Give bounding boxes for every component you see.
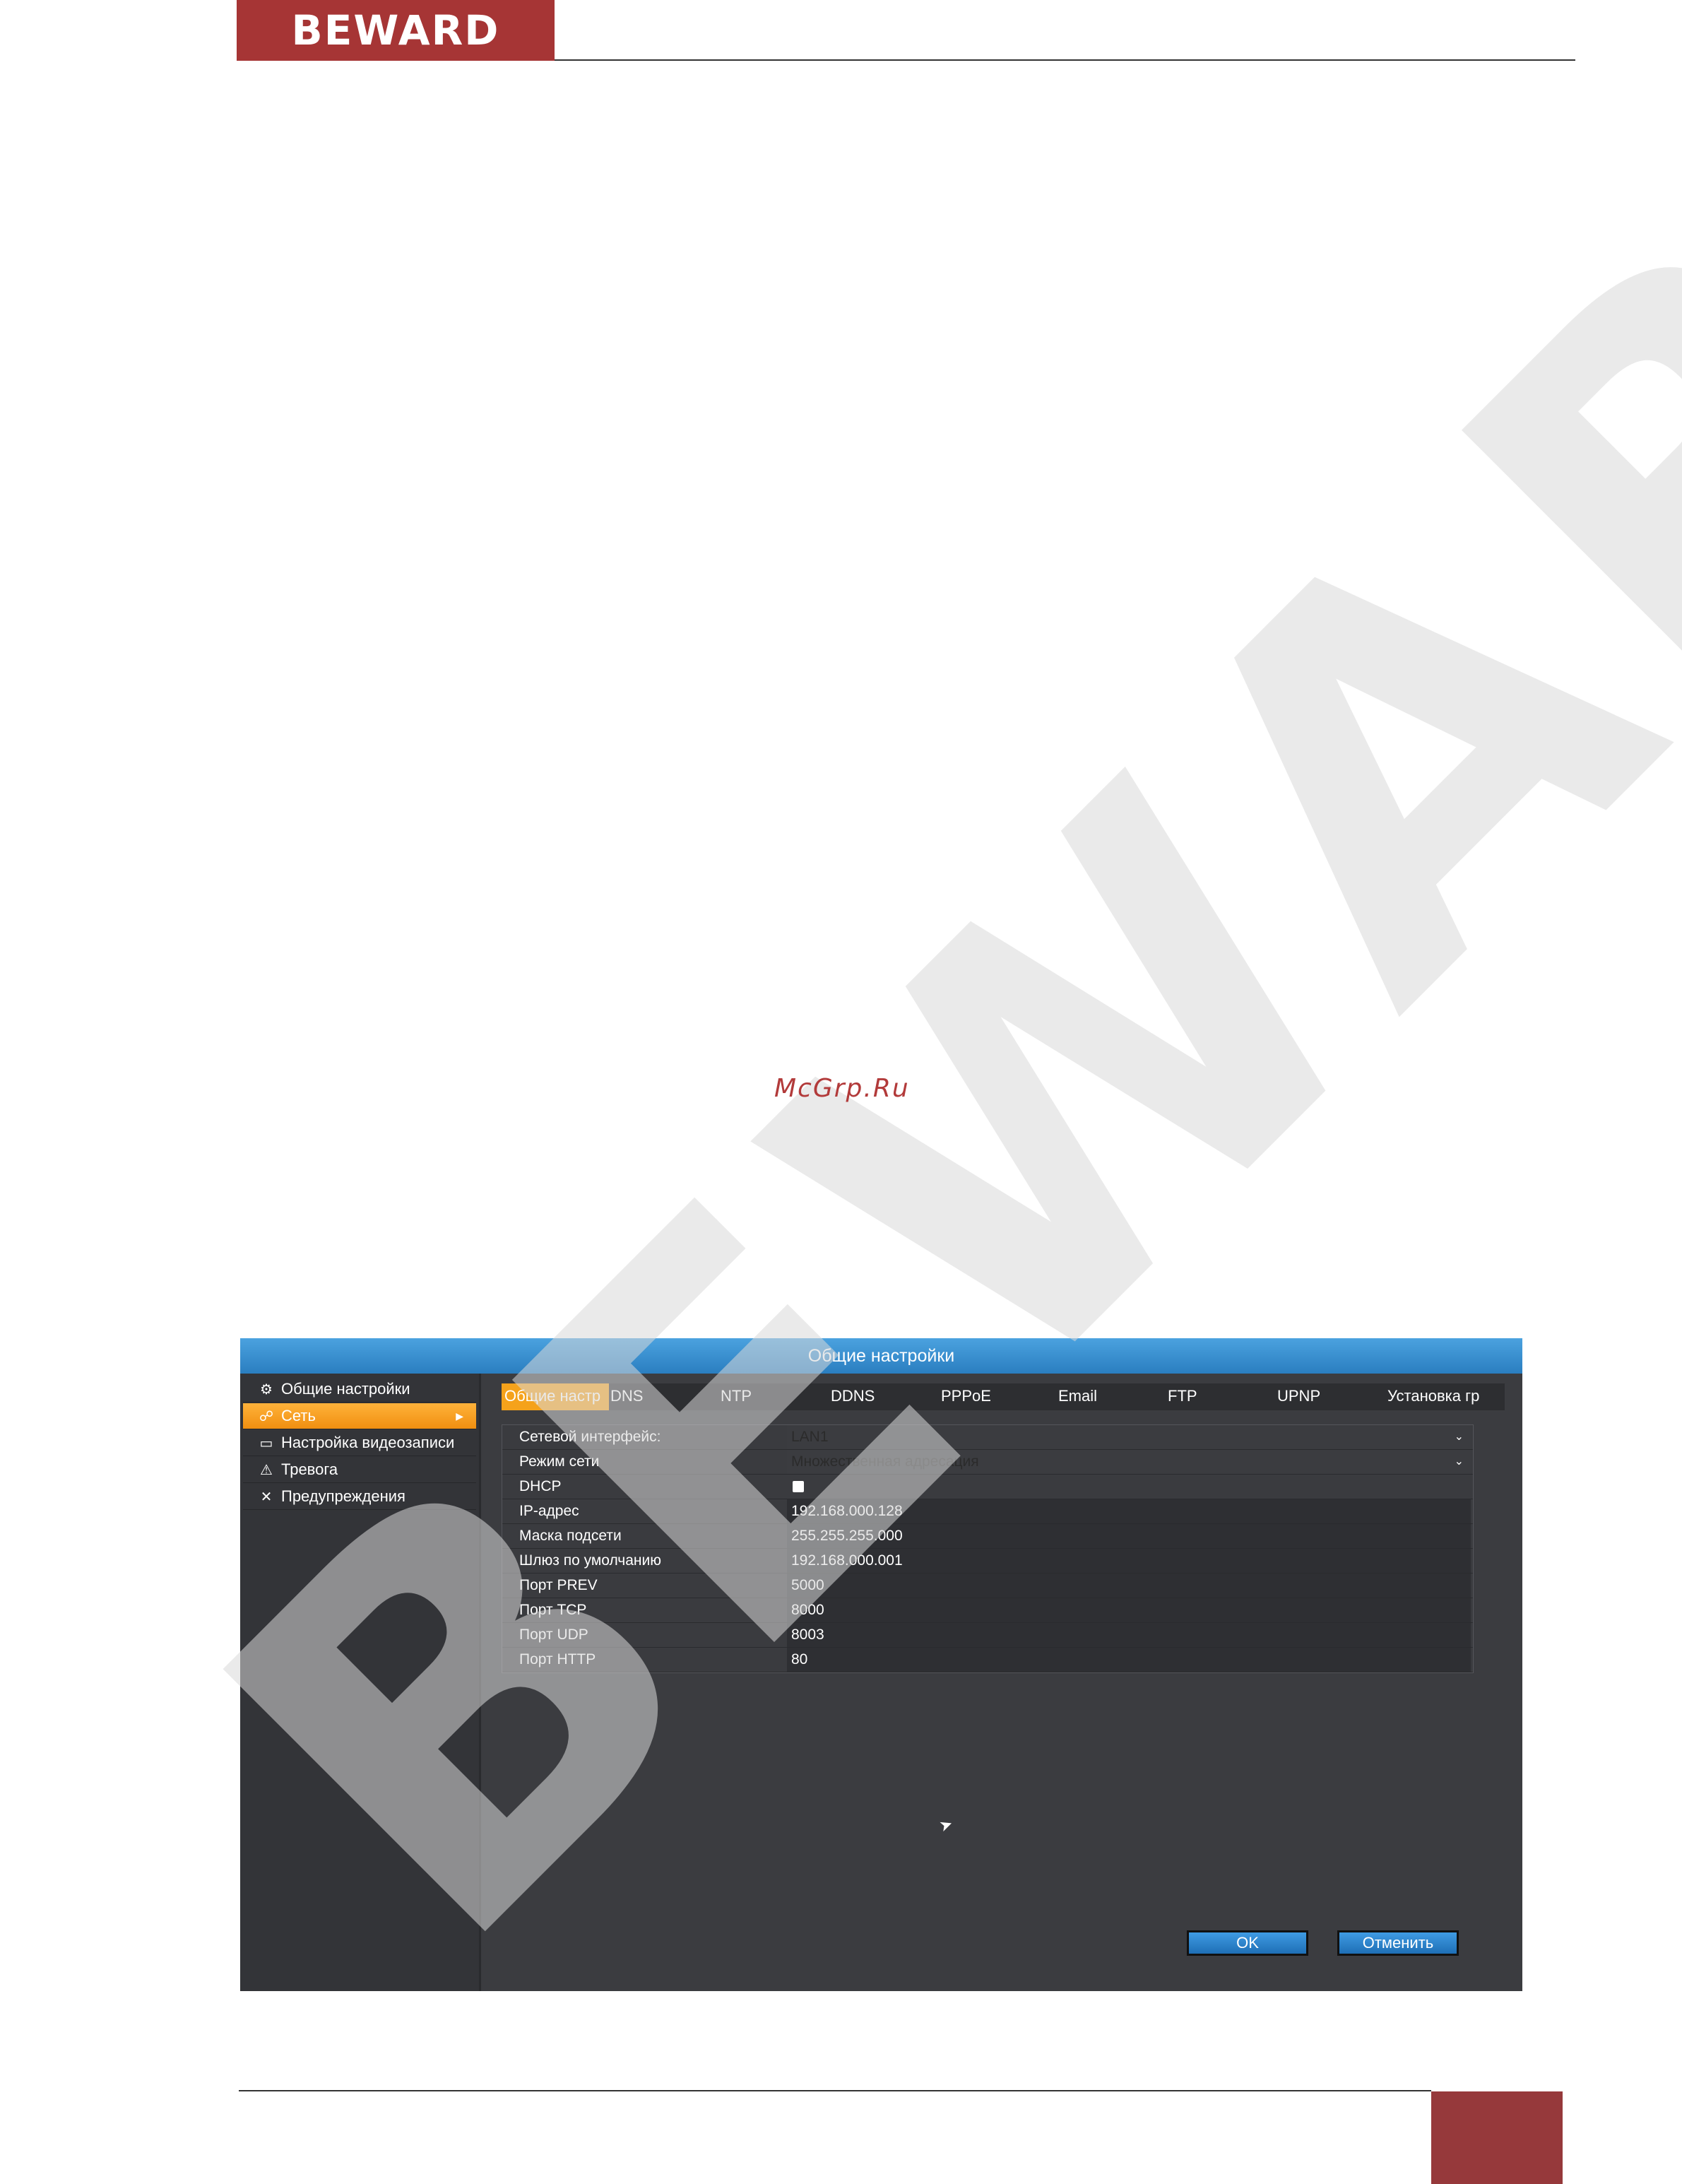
logo-text: BEWARD — [291, 6, 500, 54]
field-label: Порт HTTP — [519, 1651, 596, 1667]
chevron-down-icon: ⌄ — [1454, 1456, 1464, 1468]
row-ip-address: IP-адрес 192.168.000.128 — [502, 1499, 1473, 1524]
sidebar-item-recording[interactable]: ▭ Настройка видеозаписи — [243, 1430, 476, 1456]
dhcp-checkbox[interactable] — [793, 1481, 804, 1492]
field-label: Маска подсети — [519, 1528, 622, 1544]
tab-upnp[interactable]: UPNP — [1277, 1383, 1320, 1410]
field-label: Порт PREV — [519, 1577, 598, 1593]
subnet-mask-input[interactable]: 255.255.255.000 — [787, 1524, 1471, 1548]
ok-button[interactable]: OK — [1187, 1930, 1308, 1956]
cancel-button[interactable]: Отменить — [1337, 1930, 1459, 1956]
tab-bar: Общие настр DNS NTP DDNS PPPoE Email FTP… — [502, 1383, 1505, 1410]
row-subnet-mask: Маска подсети 255.255.255.000 — [502, 1524, 1473, 1549]
field-label: Шлюз по умолчанию — [519, 1552, 662, 1569]
tab-ntp[interactable]: NTP — [721, 1383, 752, 1410]
network-icon: ☍ — [259, 1408, 274, 1424]
dhcp-field — [787, 1475, 1471, 1499]
port-tcp-input[interactable]: 8000 — [787, 1598, 1471, 1622]
gears-icon: ⚙ — [260, 1381, 273, 1398]
header-divider — [555, 59, 1575, 61]
ip-address-input[interactable]: 192.168.000.128 — [787, 1499, 1471, 1523]
field-label: IP-адрес — [519, 1503, 579, 1519]
tab-group-setup[interactable]: Установка гр — [1387, 1383, 1493, 1410]
field-label: Режим сети — [519, 1453, 600, 1470]
tab-ddns[interactable]: DDNS — [831, 1383, 875, 1410]
select-value: LAN1 — [791, 1429, 829, 1445]
row-dhcp: DHCP — [502, 1475, 1473, 1499]
row-gateway: Шлюз по умолчанию 192.168.000.001 — [502, 1549, 1473, 1574]
field-label: DHCP — [519, 1478, 562, 1494]
settings-window: Общие настройки ⚙ Общие настройки ☍ Сеть… — [240, 1338, 1522, 1991]
tab-pppoe[interactable]: PPPoE — [941, 1383, 991, 1410]
row-network-mode: Режим сети Множественная адресация ⌄ — [502, 1450, 1473, 1475]
sidebar-item-label: Сеть — [281, 1407, 316, 1424]
row-port-tcp: Порт TCP 8000 — [502, 1598, 1473, 1623]
network-settings-form: Сетевой интерфейс: LAN1 ⌄ Режим сети Мно… — [502, 1424, 1474, 1673]
field-label: Порт TCP — [519, 1602, 587, 1618]
chevron-down-icon: ⌄ — [1454, 1431, 1464, 1443]
sidebar-item-label: Предупреждения — [281, 1487, 405, 1505]
mouse-cursor-icon: ➤ — [937, 1814, 955, 1836]
row-port-udp: Порт UDP 8003 — [502, 1623, 1473, 1648]
film-icon: ▭ — [259, 1435, 273, 1451]
footer-divider — [239, 2090, 1431, 2091]
network-mode-select[interactable]: Множественная адресация ⌄ — [787, 1450, 1471, 1474]
warning-icon: ⚠ — [260, 1462, 273, 1478]
port-udp-input[interactable]: 8003 — [787, 1623, 1471, 1647]
window-title: Общие настройки — [240, 1338, 1522, 1374]
beward-logo: BEWARD — [237, 0, 555, 61]
row-port-http: Порт HTTP 80 — [502, 1648, 1473, 1672]
tab-general[interactable]: Общие настр — [502, 1383, 609, 1410]
page-number-box — [1431, 2091, 1563, 2184]
network-interface-select[interactable]: LAN1 ⌄ — [787, 1425, 1471, 1449]
sidebar-item-general[interactable]: ⚙ Общие настройки — [243, 1376, 476, 1403]
tab-ftp[interactable]: FTP — [1168, 1383, 1197, 1410]
row-port-prev: Порт PREV 5000 — [502, 1574, 1473, 1598]
port-http-input[interactable]: 80 — [787, 1648, 1471, 1672]
chevron-right-icon: ▶ — [456, 1410, 463, 1422]
tab-email[interactable]: Email — [1058, 1383, 1097, 1410]
port-prev-input[interactable]: 5000 — [787, 1574, 1471, 1598]
sidebar-item-alarm[interactable]: ⚠ Тревога — [243, 1457, 476, 1483]
tab-dns[interactable]: DNS — [610, 1383, 643, 1410]
sidebar-item-warnings[interactable]: ✕ Предупреждения — [243, 1484, 476, 1510]
sidebar-item-label: Тревога — [281, 1460, 338, 1478]
sidebar-item-label: Настройка видеозаписи — [281, 1434, 455, 1451]
field-label: Сетевой интерфейс: — [519, 1429, 661, 1445]
site-link[interactable]: McGrp.Ru — [774, 1074, 910, 1103]
gateway-input[interactable]: 192.168.000.001 — [787, 1549, 1471, 1573]
tools-icon: ✕ — [260, 1489, 273, 1505]
row-network-interface: Сетевой интерфейс: LAN1 ⌄ — [502, 1425, 1473, 1450]
sidebar-item-label: Общие настройки — [281, 1380, 410, 1398]
select-value: Множественная адресация — [791, 1453, 979, 1470]
field-label: Порт UDP — [519, 1627, 588, 1643]
sidebar-item-network[interactable]: ☍ Сеть ▶ — [243, 1403, 476, 1429]
sidebar: ⚙ Общие настройки ☍ Сеть ▶ ▭ Настройка в… — [240, 1374, 481, 1991]
